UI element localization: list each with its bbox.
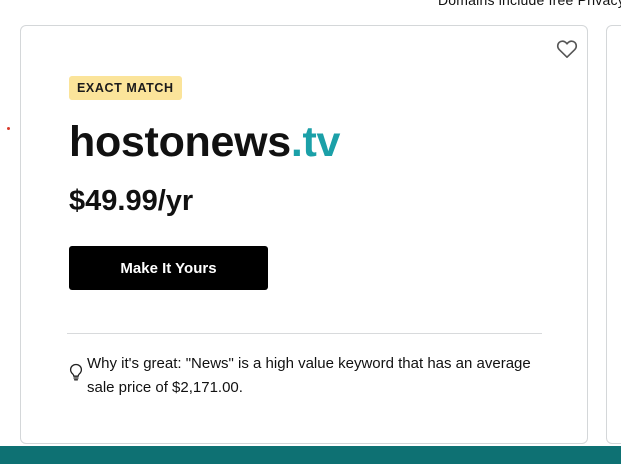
page: Domains include free Privacy EXACT MATCH… xyxy=(0,0,621,464)
indicator-dot xyxy=(7,127,10,130)
footer-bar xyxy=(0,446,621,464)
exact-match-badge: EXACT MATCH xyxy=(69,76,182,100)
next-card-edge xyxy=(606,25,621,444)
domain-name: hostonews.tv xyxy=(69,112,340,172)
domain-result-card: EXACT MATCH hostonews.tv $49.99/yr Make … xyxy=(20,25,588,444)
domain-price: $49.99/yr xyxy=(69,185,194,217)
card-divider xyxy=(67,333,542,334)
lightbulb-icon xyxy=(69,363,83,381)
heart-outline-icon xyxy=(556,40,578,58)
why-its-great-text: Why it's great: "News" is a high value k… xyxy=(87,355,531,396)
domain-tld: .tv xyxy=(290,118,341,166)
favorite-button[interactable] xyxy=(556,39,578,59)
make-it-yours-button[interactable]: Make It Yours xyxy=(69,246,268,290)
domain-name-sld: hostonews xyxy=(69,118,291,166)
privacy-note: Domains include free Privacy xyxy=(438,0,621,8)
